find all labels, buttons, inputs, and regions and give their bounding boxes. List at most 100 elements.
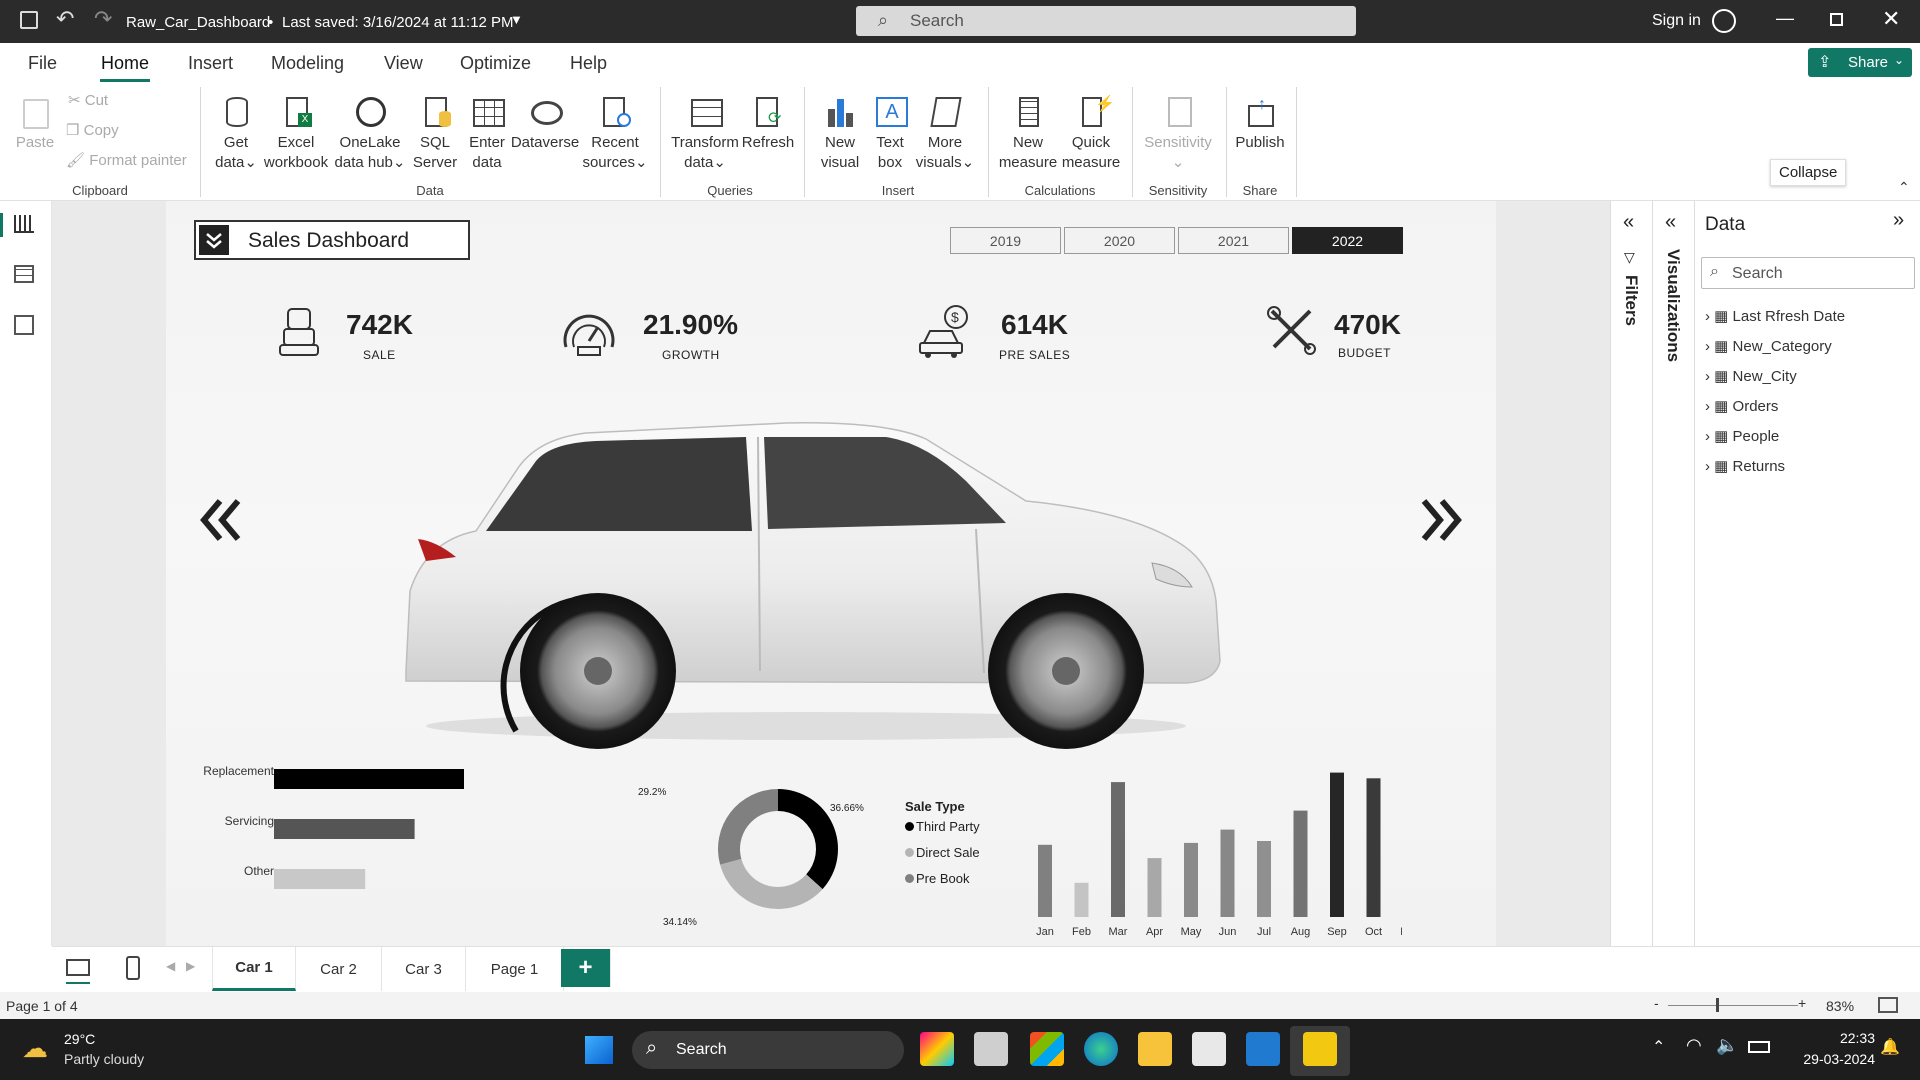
- minimize-icon[interactable]: —: [1776, 8, 1794, 29]
- table-view-icon[interactable]: [14, 265, 34, 283]
- menu-home[interactable]: Home: [101, 53, 149, 74]
- sign-in-link[interactable]: Sign in: [1652, 12, 1701, 30]
- legend-item-direct-sale[interactable]: Direct Sale: [905, 845, 980, 860]
- column-mar[interactable]: [1111, 782, 1125, 917]
- file-title[interactable]: Raw_Car_Dashboard: [126, 14, 270, 31]
- page-tab-car-3[interactable]: Car 3: [382, 947, 466, 991]
- volume-icon[interactable]: 🔈: [1716, 1035, 1738, 1056]
- weather-icon[interactable]: ☁: [22, 1033, 48, 1064]
- enter-data-button[interactable]: Enter data: [462, 93, 512, 173]
- column-aug[interactable]: [1293, 810, 1308, 917]
- file-explorer-icon[interactable]: [1138, 1032, 1172, 1066]
- column-jun[interactable]: [1220, 829, 1235, 917]
- notification-bell-icon[interactable]: 🔔: [1880, 1037, 1900, 1057]
- fit-to-page-icon[interactable]: [1878, 997, 1898, 1013]
- redo-icon[interactable]: ↷: [94, 6, 112, 32]
- column-oct[interactable]: [1366, 778, 1381, 917]
- data-table-item[interactable]: › ▦ Returns: [1705, 457, 1785, 475]
- collapse-data-pane-icon[interactable]: »: [1893, 209, 1904, 232]
- data-table-item[interactable]: › ▦ New_Category: [1705, 337, 1832, 355]
- donut-slice-pre-book[interactable]: [718, 789, 778, 865]
- next-car-icon[interactable]: [1418, 497, 1464, 543]
- zoom-slider[interactable]: [1668, 1005, 1798, 1006]
- year-2020-button[interactable]: 2020: [1064, 227, 1175, 254]
- zoom-slider-thumb[interactable]: [1716, 998, 1719, 1012]
- menu-help[interactable]: Help: [570, 53, 607, 74]
- data-table-item[interactable]: › ▦ Last Rfresh Date: [1705, 307, 1845, 325]
- legend-item-pre-book[interactable]: Pre Book: [905, 871, 969, 886]
- menu-view[interactable]: View: [384, 53, 423, 74]
- format-painter-button[interactable]: 🖌 Format painter: [66, 151, 187, 171]
- cut-button[interactable]: ✂ Cut: [68, 91, 108, 111]
- column-jan[interactable]: [1038, 844, 1052, 917]
- copilot-icon[interactable]: [920, 1032, 954, 1066]
- donut-slice-direct-sale[interactable]: [720, 858, 823, 909]
- excel-workbook-button[interactable]: X Excel workbook: [262, 93, 330, 173]
- windows-start-icon[interactable]: [585, 1036, 613, 1064]
- sensitivity-button[interactable]: Sensitivity ⌄: [1140, 93, 1216, 173]
- store-icon[interactable]: [1030, 1032, 1064, 1066]
- expand-visualizations-icon[interactable]: «: [1665, 211, 1676, 234]
- expand-filters-icon[interactable]: «: [1623, 211, 1634, 234]
- visualizations-pane-collapsed[interactable]: « Visualizations: [1652, 201, 1694, 946]
- app-icon[interactable]: [1246, 1032, 1280, 1066]
- bar-servicing[interactable]: [274, 819, 415, 839]
- get-data-button[interactable]: Get data⌄: [206, 93, 266, 173]
- zoom-out-icon[interactable]: -: [1654, 995, 1659, 1011]
- bar-replacement[interactable]: [274, 769, 464, 789]
- page-tab-car-2[interactable]: Car 2: [296, 947, 382, 991]
- page-tab-car-1[interactable]: Car 1: [212, 947, 296, 991]
- scroll-tabs-left-icon[interactable]: ◀: [166, 959, 175, 973]
- copy-button[interactable]: ❐ Copy: [66, 121, 119, 141]
- snipping-tool-icon[interactable]: [1192, 1032, 1226, 1066]
- column-feb[interactable]: [1074, 882, 1089, 917]
- sql-server-button[interactable]: SQL Server: [410, 93, 460, 173]
- collapse-ribbon-icon[interactable]: ⌃: [1898, 179, 1910, 196]
- chevron-down-icon[interactable]: ▼: [510, 12, 523, 27]
- report-view-icon[interactable]: [14, 215, 34, 233]
- new-measure-button[interactable]: New measure: [996, 93, 1060, 173]
- year-2021-button[interactable]: 2021: [1178, 227, 1289, 254]
- add-page-button[interactable]: +: [561, 949, 611, 987]
- filters-label[interactable]: Filters: [1621, 275, 1641, 326]
- show-hidden-icons-icon[interactable]: ⌃: [1652, 1037, 1665, 1057]
- column-may[interactable]: [1184, 842, 1198, 917]
- clock-time[interactable]: 22:33: [1815, 1030, 1875, 1046]
- column-sep[interactable]: [1330, 772, 1344, 917]
- text-box-button[interactable]: A Text box: [866, 93, 914, 173]
- more-visuals-button[interactable]: More visuals⌄: [914, 93, 976, 173]
- account-icon[interactable]: [1712, 9, 1736, 33]
- data-table-item[interactable]: › ▦ Orders: [1705, 397, 1778, 415]
- wifi-icon[interactable]: ◠: [1686, 1035, 1702, 1056]
- filters-pane-collapsed[interactable]: « ▽ Filters: [1610, 201, 1652, 946]
- title-search-box[interactable]: ⌕ Search: [856, 6, 1356, 36]
- task-view-icon[interactable]: [974, 1032, 1008, 1066]
- zoom-in-icon[interactable]: +: [1798, 995, 1806, 1011]
- page-tab-page-1[interactable]: Page 1: [466, 947, 564, 991]
- share-button[interactable]: ⇪ Share ⌄: [1808, 48, 1912, 77]
- year-2022-button[interactable]: 2022: [1292, 227, 1403, 254]
- model-view-icon[interactable]: [14, 315, 34, 335]
- donut-slice-third-party[interactable]: [778, 789, 838, 890]
- edge-icon[interactable]: [1084, 1032, 1118, 1066]
- desktop-layout-icon[interactable]: [66, 959, 90, 976]
- last-saved-text[interactable]: Last saved: 3/16/2024 at 11:12 PM: [282, 14, 514, 31]
- save-icon[interactable]: [20, 11, 38, 29]
- chevron-down-icon[interactable]: [199, 225, 229, 255]
- onelake-data-hub-button[interactable]: OneLake data hub⌄: [332, 93, 408, 173]
- new-visual-button[interactable]: New visual: [814, 93, 866, 173]
- quick-measure-button[interactable]: ⚡ Quick measure: [1060, 93, 1122, 173]
- zoom-level[interactable]: 83%: [1826, 998, 1854, 1014]
- battery-icon[interactable]: [1748, 1041, 1770, 1053]
- data-table-item[interactable]: › ▦ People: [1705, 427, 1779, 445]
- menu-optimize[interactable]: Optimize: [460, 53, 531, 74]
- menu-modeling[interactable]: Modeling: [271, 53, 344, 74]
- previous-car-icon[interactable]: [198, 497, 244, 543]
- data-search-input[interactable]: ⌕ Search: [1701, 257, 1915, 289]
- menu-insert[interactable]: Insert: [188, 53, 233, 74]
- column-apr[interactable]: [1147, 858, 1162, 917]
- data-table-item[interactable]: › ▦ New_City: [1705, 367, 1797, 385]
- scroll-tabs-right-icon[interactable]: ▶: [186, 959, 195, 973]
- bar-other[interactable]: [274, 869, 366, 889]
- paste-button[interactable]: Paste: [14, 93, 56, 153]
